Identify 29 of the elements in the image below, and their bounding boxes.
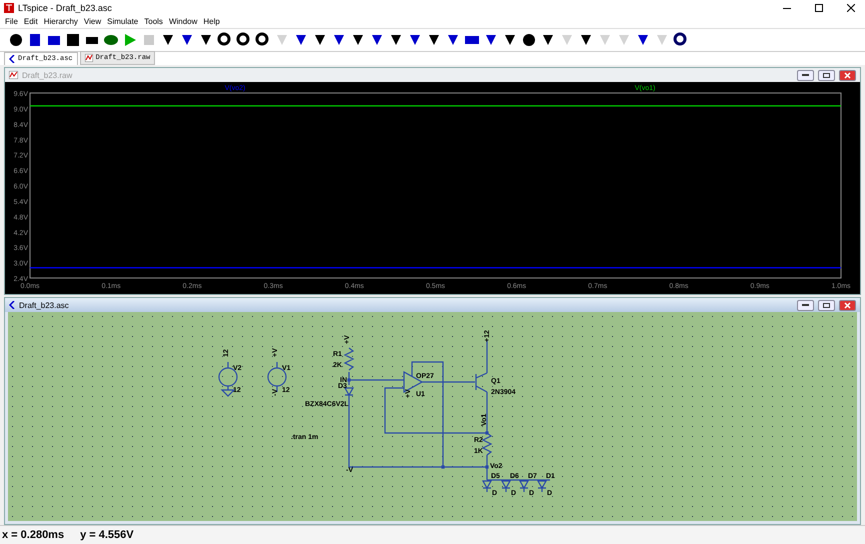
minimize-icon: [802, 304, 809, 306]
close-icon: [844, 72, 851, 78]
minimize-button[interactable]: [797, 300, 814, 310]
toolbar-glyph-icon: [122, 32, 138, 48]
menu-item[interactable]: Hierarchy: [40, 16, 81, 28]
menu-item[interactable]: File: [2, 16, 21, 28]
app-logo-icon: [4, 3, 14, 13]
minimize-icon: [802, 74, 809, 76]
close-icon: [844, 302, 851, 308]
menu-item[interactable]: Simulate: [104, 16, 142, 28]
window-title: Draft_b23.asc: [19, 300, 70, 310]
restore-button[interactable]: [818, 70, 835, 80]
cursor-x-readout: x = 0.280ms: [2, 529, 64, 541]
window-title: Draft_b23.raw: [22, 70, 74, 80]
toolbar-glyph-icon: [141, 32, 157, 48]
menu-item[interactable]: Edit: [20, 16, 41, 28]
chevron-icon: [9, 55, 15, 63]
menu-item[interactable]: Window: [166, 16, 200, 28]
menu-item[interactable]: Tools: [141, 16, 166, 28]
maximize-icon: [815, 4, 823, 12]
menu-item[interactable]: Help: [200, 16, 223, 28]
window-title: LTspice - Draft_b23.asc: [18, 3, 113, 13]
restore-icon: [823, 72, 830, 78]
cursor-y-readout: y = 4.556V: [80, 529, 134, 541]
restore-button[interactable]: [818, 300, 835, 310]
minimize-button[interactable]: [797, 70, 814, 80]
close-icon: [847, 4, 855, 12]
restore-icon: [823, 302, 830, 308]
menu-item[interactable]: View: [80, 16, 104, 28]
